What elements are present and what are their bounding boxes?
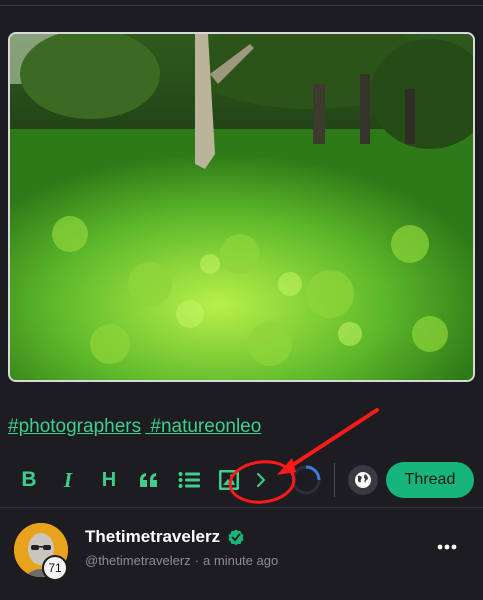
chevron-right-icon (257, 473, 266, 487)
more-options-button[interactable] (432, 537, 462, 557)
post-image[interactable] (8, 32, 475, 382)
author-name[interactable]: Thetimetravelerz (85, 527, 220, 547)
heading-icon: H (101, 468, 117, 491)
more-dots-icon (437, 544, 457, 550)
character-count-ring (291, 465, 321, 495)
image-icon (219, 470, 239, 490)
hashtag-photographers[interactable]: #photographers (8, 416, 141, 437)
quote-icon (140, 473, 157, 487)
list-icon (178, 472, 200, 488)
image-button[interactable] (214, 465, 244, 495)
author-meta: @thetimetravelerz · a minute ago (85, 553, 278, 568)
more-tools-button[interactable] (246, 465, 276, 495)
top-divider (0, 0, 483, 6)
hashtag-natureonleo[interactable]: #natureonleo (150, 416, 261, 437)
forest-photo (10, 34, 473, 380)
bold-button[interactable]: B (14, 465, 44, 495)
bold-icon: B (21, 468, 37, 491)
toolbar-divider (334, 463, 335, 497)
verified-icon (228, 529, 244, 545)
author-handle[interactable]: @thetimetravelerz (85, 553, 191, 568)
hashtag-line: #photographers #natureonleo (8, 416, 265, 438)
italic-button[interactable]: I (53, 465, 83, 495)
reputation-badge: 71 (42, 555, 68, 581)
post-timestamp: a minute ago (203, 553, 279, 568)
heading-button[interactable]: H (94, 465, 124, 495)
italic-icon: I (63, 467, 73, 492)
globe-icon (355, 472, 371, 488)
language-button[interactable] (348, 465, 378, 495)
list-button[interactable] (174, 465, 204, 495)
thread-button[interactable]: Thread (386, 462, 474, 498)
quote-button[interactable] (134, 465, 164, 495)
post-divider (0, 507, 483, 508)
editor-toolbar: B I H Thread (0, 455, 483, 505)
meta-separator: · (194, 553, 200, 568)
